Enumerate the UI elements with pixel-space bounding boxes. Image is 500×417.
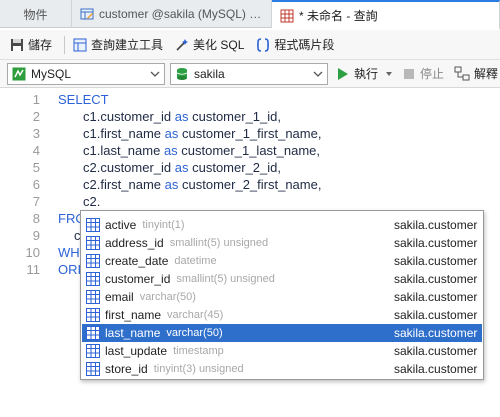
autocomplete-item[interactable]: active tinyint(1) sakila.customer: [82, 216, 482, 234]
line-number: 7: [32, 194, 40, 209]
toolbar-divider: [64, 35, 66, 54]
code-line: c2.: [83, 194, 101, 209]
play-icon: [338, 67, 348, 80]
query-builder-icon: [73, 38, 87, 51]
autocomplete-item[interactable]: customer_id smallint(5) unsigned sakila.…: [82, 270, 482, 288]
line-number: 4: [32, 143, 40, 158]
beautify-sql-button[interactable]: 美化 SQL: [171, 33, 248, 57]
database-value: sakila: [194, 66, 225, 81]
line-number-gutter: 1 2 3 4 5 6 7 8 9 10 11: [0, 88, 50, 417]
autocomplete-item-selected[interactable]: last_name varchar(50) sakila.customer: [82, 324, 482, 342]
query-toolbar: 儲存 查詢建立工具 美化 SQL 程式碼片段: [0, 30, 500, 60]
autocomplete-item[interactable]: first_name varchar(45) sakila.customer: [82, 306, 482, 324]
column-icon: [86, 308, 100, 322]
query-builder-button[interactable]: 查詢建立工具: [69, 33, 167, 57]
tab-objects[interactable]: 物件: [0, 0, 72, 28]
explain-button[interactable]: 解釋: [454, 65, 498, 82]
column-icon: [86, 272, 100, 286]
tab-customer-table[interactable]: customer @sakila (MySQL) - ...: [72, 0, 272, 28]
line-number: 2: [32, 109, 40, 124]
code-line: WH: [58, 245, 80, 260]
run-dropdown-icon[interactable]: [386, 71, 393, 76]
code-line: ORI: [58, 262, 82, 277]
code-snippet-button[interactable]: 程式碼片段: [252, 33, 338, 57]
code-line: c1.customer_id as customer_1_id,: [83, 109, 281, 124]
code-line: c2.first_name as customer_2_first_name,: [83, 177, 322, 192]
explain-icon: [454, 66, 470, 80]
mysql-connection-icon: [12, 67, 26, 80]
column-icon: [86, 218, 100, 232]
autocomplete-item[interactable]: email varchar(50) sakila.customer: [82, 288, 482, 306]
column-icon: [86, 290, 100, 304]
run-button[interactable]: 執行: [338, 65, 393, 82]
save-button[interactable]: 儲存: [6, 33, 56, 57]
tab-untitled-query[interactable]: * 未命名 - 查詢: [272, 0, 500, 29]
database-select[interactable]: sakila: [170, 62, 328, 85]
query-grid-icon: [280, 9, 294, 22]
stop-button[interactable]: 停止: [404, 65, 444, 82]
connection-value: MySQL: [31, 66, 72, 81]
line-number: 5: [32, 160, 40, 175]
line-number: 1: [32, 92, 40, 107]
line-number: 9: [32, 228, 40, 243]
tab-bar: 物件 customer @sakila (MySQL) - ... * 未命名 …: [0, 0, 500, 29]
code-line: SELECT: [58, 92, 109, 107]
autocomplete-item[interactable]: store_id tinyint(3) unsigned sakila.cust…: [82, 360, 482, 378]
autocomplete-popup[interactable]: active tinyint(1) sakila.customer addres…: [80, 210, 484, 380]
line-number: 11: [26, 262, 41, 277]
line-number: 3: [32, 126, 40, 141]
code-line: c1.last_name as customer_1_last_name,: [83, 143, 321, 158]
stop-icon: [404, 68, 415, 79]
beautify-icon: [176, 38, 189, 51]
table-edit-icon: [80, 8, 94, 20]
connection-bar: MySQL sakila 執行 停止 解釋: [0, 60, 500, 88]
database-icon: [176, 67, 188, 80]
line-number: 8: [32, 211, 40, 226]
code-line: c2.customer_id as customer_2_id,: [83, 160, 281, 175]
save-icon: [11, 38, 23, 51]
column-icon: [86, 326, 100, 340]
connection-select[interactable]: MySQL: [7, 62, 165, 85]
autocomplete-item[interactable]: address_id smallint(5) unsigned sakila.c…: [82, 234, 482, 252]
line-number: 10: [25, 245, 40, 260]
chevron-down-icon: [150, 71, 160, 77]
chevron-down-icon: [313, 71, 323, 77]
column-icon: [86, 254, 100, 268]
code-snippet-icon: [257, 37, 270, 52]
code-line: c1.first_name as customer_1_first_name,: [83, 126, 322, 141]
line-number: 6: [32, 177, 40, 192]
column-icon: [86, 236, 100, 250]
autocomplete-item[interactable]: create_date datetime sakila.customer: [82, 252, 482, 270]
column-icon: [86, 344, 100, 358]
column-icon: [86, 362, 100, 376]
autocomplete-item[interactable]: last_update timestamp sakila.customer: [82, 342, 482, 360]
